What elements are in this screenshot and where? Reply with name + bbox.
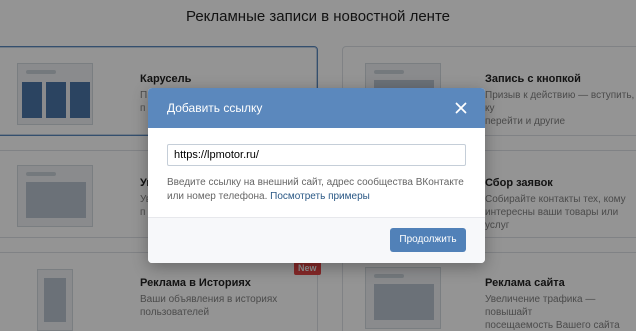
continue-button[interactable]: Продолжить bbox=[390, 228, 466, 252]
close-icon[interactable] bbox=[452, 99, 470, 117]
dialog-footer: Продолжить bbox=[148, 217, 485, 263]
add-link-dialog: Добавить ссылку Введите ссылку на внешни… bbox=[148, 88, 485, 263]
link-hint: Введите ссылку на внешний сайт, адрес со… bbox=[167, 176, 477, 204]
dialog-header: Добавить ссылку bbox=[148, 88, 485, 128]
link-input[interactable] bbox=[167, 144, 466, 166]
examples-link[interactable]: Посмотреть примеры bbox=[270, 191, 370, 202]
dialog-title: Добавить ссылку bbox=[167, 101, 263, 115]
